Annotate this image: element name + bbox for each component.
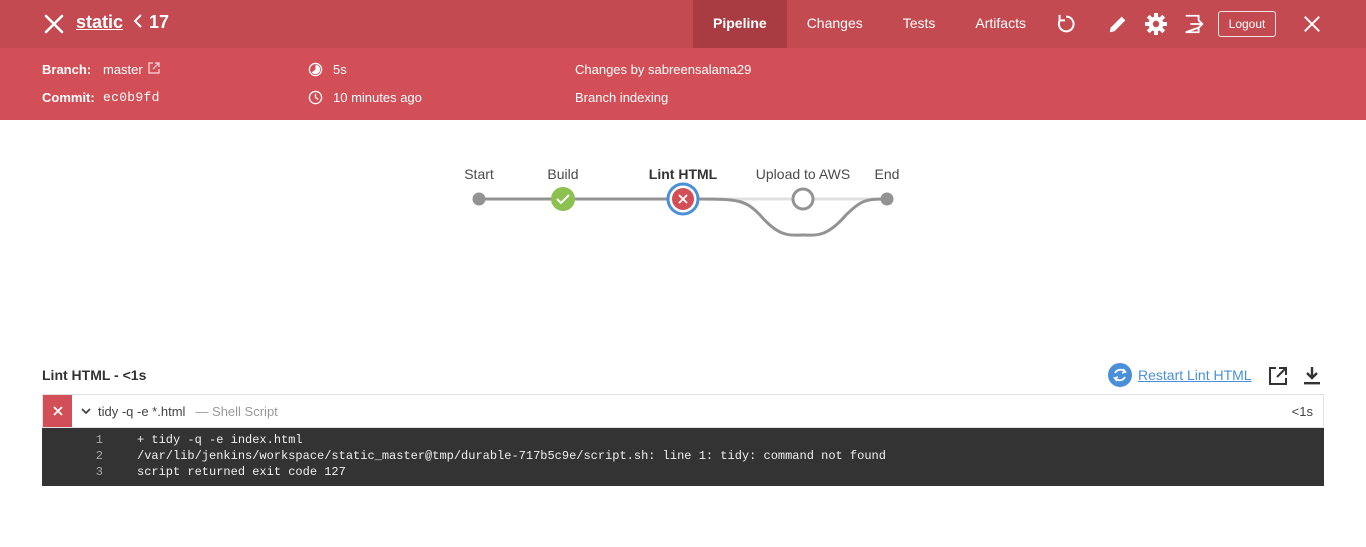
pipeline-graph: Start Build Lint HTML Upload to AWS End <box>0 120 1366 350</box>
build-node[interactable] <box>551 187 575 211</box>
log-line-text: + tidy -q -e index.html <box>137 433 303 447</box>
tab-artifacts[interactable]: Artifacts <box>955 0 1046 48</box>
log-line-number[interactable]: 2 <box>42 448 103 464</box>
commit-label: Commit: <box>42 90 95 105</box>
step-failed-icon <box>43 395 72 427</box>
node-label-end: End <box>874 166 900 182</box>
restart-stage-button[interactable]: Restart Lint HTML <box>1108 363 1252 387</box>
clock-icon <box>308 90 323 105</box>
log-line-text: /var/lib/jenkins/workspace/static_master… <box>137 449 886 463</box>
log-line: 2 /var/lib/jenkins/workspace/static_mast… <box>42 448 1324 464</box>
node-label-upload-to-aws[interactable]: Upload to AWS <box>756 166 850 182</box>
upload-to-aws-node[interactable] <box>791 187 815 211</box>
step-duration: <1s <box>1291 403 1313 419</box>
run-number: 17 <box>149 12 170 32</box>
top-bar: static 17 Pipeline Changes Tests Artifac… <box>0 0 1366 48</box>
node-label-build[interactable]: Build <box>547 166 578 182</box>
tab-pipeline[interactable]: Pipeline <box>693 0 787 48</box>
run-info-bar: Branch: master Commit: ec0b9fd 5s 10 min… <box>0 48 1366 120</box>
exit-icon[interactable] <box>1182 12 1206 36</box>
log-output: 1 + tidy -q -e index.html 2 /var/lib/jen… <box>42 428 1324 486</box>
branch-value[interactable]: master <box>103 62 143 77</box>
restart-icon <box>1108 363 1132 387</box>
close-icon[interactable] <box>42 12 66 36</box>
lint-html-node[interactable] <box>666 182 700 216</box>
step-command: tidy -q -e *.html <box>98 403 186 419</box>
log-line-text: script returned exit code 127 <box>137 465 346 479</box>
step-kind: — Shell Script <box>195 403 278 419</box>
log-line: 1 + tidy -q -e index.html <box>42 432 1324 448</box>
build-cause: Branch indexing <box>575 90 669 105</box>
chevron-down-icon[interactable] <box>80 405 92 417</box>
edit-icon[interactable] <box>1106 12 1130 36</box>
tab-tests[interactable]: Tests <box>883 0 956 48</box>
restart-stage-link[interactable]: Restart Lint HTML <box>1138 367 1252 383</box>
duration-icon <box>308 62 323 77</box>
commit-row: Commit: ec0b9fd <box>42 90 160 105</box>
branch-label: Branch: <box>42 62 92 77</box>
pipeline-branch-curve <box>695 197 888 237</box>
time-ago: 10 minutes ago <box>333 90 422 105</box>
close-icon[interactable] <box>1300 12 1324 36</box>
run-title: static 17 <box>76 12 169 33</box>
node-label-lint-html[interactable]: Lint HTML <box>649 166 717 182</box>
node-label-start: Start <box>464 166 494 182</box>
job-name-link[interactable]: static <box>76 12 123 33</box>
tab-changes[interactable]: Changes <box>787 0 883 48</box>
stage-title: Lint HTML - <1s <box>42 367 147 383</box>
pipeline-graph-canvas <box>472 182 894 237</box>
log-line: 3 script returned exit code 127 <box>42 464 1324 480</box>
replay-icon[interactable] <box>1054 12 1078 36</box>
gear-icon[interactable] <box>1144 12 1168 36</box>
start-node <box>472 192 486 206</box>
download-icon[interactable] <box>1301 365 1323 387</box>
time-row: 10 minutes ago <box>308 90 422 105</box>
log-line-number[interactable]: 1 <box>42 432 103 448</box>
duration-row: 5s <box>308 62 347 77</box>
branch-row: Branch: master <box>42 62 160 77</box>
open-external-icon[interactable] <box>1267 365 1289 387</box>
step-row[interactable]: tidy -q -e *.html — Shell Script <1s <box>42 394 1324 428</box>
chevron-left-icon <box>133 12 143 33</box>
end-node <box>880 192 894 206</box>
external-link-icon[interactable] <box>148 62 160 77</box>
tab-bar: Pipeline Changes Tests Artifacts <box>693 0 1046 48</box>
duration-value: 5s <box>333 62 347 77</box>
logout-button[interactable]: Logout <box>1218 11 1276 37</box>
changes-by: Changes by sabreensalama29 <box>575 62 752 77</box>
commit-value[interactable]: ec0b9fd <box>103 90 160 105</box>
log-line-number[interactable]: 3 <box>42 464 103 480</box>
